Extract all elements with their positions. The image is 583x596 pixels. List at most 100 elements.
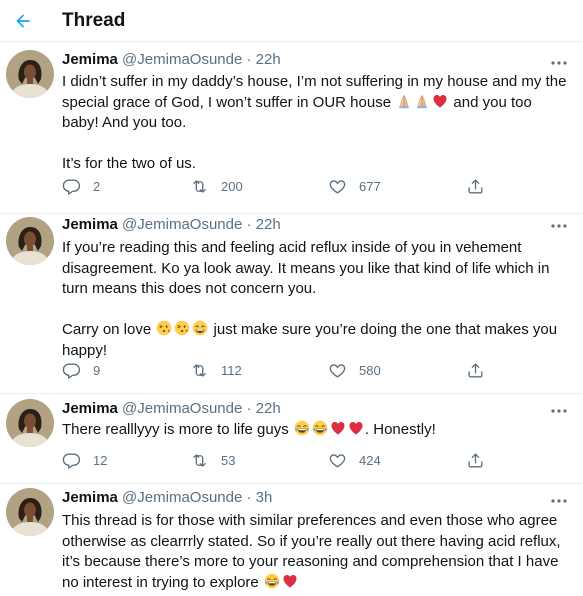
page-title: Thread	[62, 10, 126, 31]
retweet-button[interactable]: 200	[190, 176, 243, 196]
tweet-text: This thread is for those with similar pr…	[62, 511, 572, 593]
separator: ·	[246, 400, 252, 417]
share-button[interactable]	[466, 450, 485, 470]
tweet[interactable]: Jemima @JemimaOsunde · 3h This thread is…	[0, 484, 583, 596]
more-button[interactable]	[547, 402, 571, 420]
joy-emoji-icon	[294, 420, 310, 436]
kiss-emoji-icon	[174, 320, 190, 336]
pray-emoji-icon	[396, 93, 412, 109]
tweet-paragraph: I didn’t suffer in my daddy’s house, I’m…	[62, 72, 572, 134]
avatar[interactable]	[6, 50, 54, 98]
separator: ·	[246, 51, 252, 68]
like-button[interactable]: 424	[328, 450, 381, 470]
share-icon	[468, 178, 483, 194]
heart-emoji-icon	[432, 93, 448, 109]
heart-outline-icon	[329, 453, 346, 468]
retweets-count: 53	[221, 452, 236, 468]
more-button[interactable]	[547, 492, 571, 510]
tweet-header: Jemima @JemimaOsunde · 22h	[62, 400, 281, 417]
tweet-paragraph: Carry on love just make sure you’re doin…	[62, 320, 572, 361]
separator: ·	[246, 489, 252, 506]
likes-count: 424	[359, 452, 381, 468]
replies-count: 2	[93, 178, 101, 194]
action-bar: 2 200 677	[62, 176, 502, 196]
display-name[interactable]: Jemima	[62, 51, 118, 68]
likes-count: 580	[359, 362, 381, 378]
tweet-header: Jemima @JemimaOsunde · 22h	[62, 216, 281, 233]
retweet-icon	[193, 179, 206, 193]
tweet-text-segment: If you’re reading this and feeling acid …	[62, 239, 550, 297]
retweet-button[interactable]: 112	[190, 360, 242, 380]
more-horizontal-icon	[551, 499, 567, 503]
reply-button[interactable]: 2	[62, 176, 100, 196]
share-icon	[468, 452, 483, 468]
display-name[interactable]: Jemima	[62, 489, 118, 506]
more-horizontal-icon	[551, 409, 567, 413]
heart-emoji-icon	[282, 573, 298, 589]
display-name[interactable]: Jemima	[62, 400, 118, 417]
tweet-text-segment: . Honestly!	[364, 421, 436, 438]
handle[interactable]: @JemimaOsunde	[122, 51, 242, 68]
likes-count: 677	[359, 178, 381, 194]
action-bar: 12 53 424	[62, 450, 502, 470]
tweet[interactable]: Jemima @JemimaOsunde · 22h There reallly…	[0, 394, 583, 484]
tweet-paragraph: There realllyyy is more to life guys . H…	[62, 420, 572, 441]
handle[interactable]: @JemimaOsunde	[122, 216, 242, 233]
like-button[interactable]: 580	[328, 360, 381, 380]
reply-icon	[62, 362, 81, 379]
retweet-button[interactable]: 53	[190, 450, 235, 470]
reply-icon	[62, 178, 81, 195]
heart-outline-icon	[329, 179, 346, 194]
grin-emoji-icon	[192, 320, 208, 336]
joy-emoji-icon	[264, 573, 280, 589]
tweet-header: Jemima @JemimaOsunde · 22h	[62, 51, 281, 68]
arrow-left-icon	[16, 14, 30, 28]
replies-count: 9	[93, 362, 101, 378]
reply-button[interactable]: 12	[62, 450, 107, 470]
avatar[interactable]	[6, 399, 54, 447]
timestamp[interactable]: 22h	[256, 400, 281, 417]
tweet-text-segment: It’s for the two of us.	[62, 155, 196, 172]
timestamp[interactable]: 3h	[256, 489, 273, 506]
retweet-icon	[193, 363, 206, 377]
reply-icon	[62, 452, 81, 469]
more-horizontal-icon	[551, 61, 567, 65]
avatar[interactable]	[6, 488, 54, 536]
tweet[interactable]: Jemima @JemimaOsunde · 22h I didn’t suff…	[0, 42, 583, 214]
tweet-paragraph: It’s for the two of us.	[62, 154, 572, 175]
replies-count: 12	[93, 452, 108, 468]
tweet-text-segment: Carry on love	[62, 321, 156, 338]
separator: ·	[246, 216, 252, 233]
action-bar: 9 112 580	[62, 360, 502, 380]
heart-emoji-icon	[348, 420, 364, 436]
heart-outline-icon	[329, 363, 346, 378]
tweet-text: If you’re reading this and feeling acid …	[62, 238, 572, 361]
more-button[interactable]	[547, 217, 571, 235]
joy-emoji-icon	[312, 420, 328, 436]
retweets-count: 112	[221, 362, 242, 378]
handle[interactable]: @JemimaOsunde	[122, 400, 242, 417]
display-name[interactable]: Jemima	[62, 216, 118, 233]
share-button[interactable]	[466, 360, 485, 380]
share-icon	[468, 362, 483, 378]
reply-button[interactable]: 9	[62, 360, 100, 380]
heart-emoji-icon	[330, 420, 346, 436]
tweet-text: I didn’t suffer in my daddy’s house, I’m…	[62, 72, 572, 175]
tweet-text: There realllyyy is more to life guys . H…	[62, 420, 572, 441]
back-button[interactable]	[6, 4, 40, 38]
tweet-text-segment: There realllyyy is more to life guys	[62, 421, 293, 438]
timestamp[interactable]: 22h	[256, 51, 281, 68]
kiss-emoji-icon	[156, 320, 172, 336]
more-horizontal-icon	[551, 224, 567, 228]
tweet[interactable]: Jemima @JemimaOsunde · 22h If you’re rea…	[0, 214, 583, 394]
pray-emoji-icon	[414, 93, 430, 109]
avatar[interactable]	[6, 217, 54, 265]
tweet-text-segment: This thread is for those with similar pr…	[62, 512, 561, 591]
retweets-count: 200	[221, 178, 243, 194]
timestamp[interactable]: 22h	[256, 216, 281, 233]
share-button[interactable]	[466, 176, 485, 196]
like-button[interactable]: 677	[328, 176, 381, 196]
handle[interactable]: @JemimaOsunde	[122, 489, 242, 506]
more-button[interactable]	[547, 54, 571, 72]
retweet-icon	[193, 453, 206, 467]
